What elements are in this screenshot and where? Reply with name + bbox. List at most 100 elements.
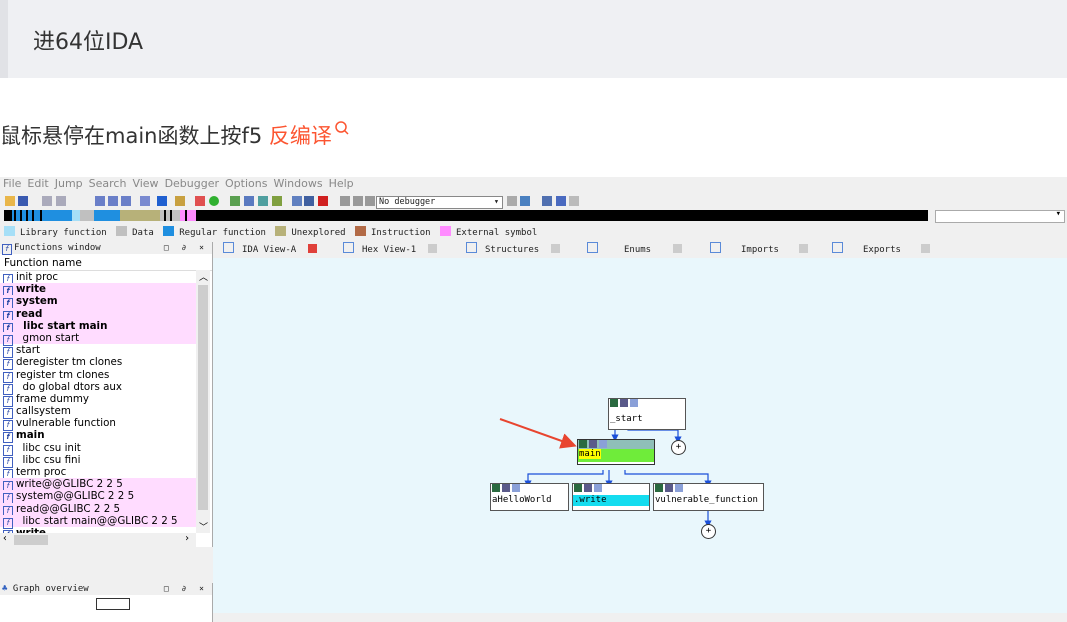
menu-view[interactable]: View [132, 177, 158, 190]
struct-icon[interactable] [230, 196, 240, 206]
function-row[interactable]: f system [0, 295, 196, 310]
tab-imports[interactable]: Imports [710, 242, 808, 258]
decompile-link[interactable]: 反编译 [269, 124, 332, 148]
scroll-down-icon[interactable]: ﹀ [199, 520, 208, 533]
segment-select[interactable]: ▾ [935, 209, 1065, 223]
menu-jump[interactable]: Jump [55, 177, 83, 190]
menu-edit[interactable]: Edit [27, 177, 48, 190]
node-main[interactable]: main [577, 439, 655, 465]
forward-icon[interactable] [56, 196, 66, 206]
tab-ida-view-a[interactable]: IDA View-A [223, 242, 318, 258]
pause-icon[interactable] [353, 196, 363, 206]
menu-help[interactable]: Help [329, 177, 354, 190]
legend-data: Data [132, 228, 154, 238]
function-row[interactable]: f read@@GLIBC 2 2 5 [0, 502, 196, 517]
window-controls[interactable]: □ ∂ × [164, 583, 208, 595]
overview-viewport[interactable] [96, 598, 130, 610]
segment-icon[interactable] [304, 196, 314, 206]
breakpoint-icon[interactable] [520, 196, 530, 206]
delete-icon[interactable] [318, 196, 328, 206]
function-row-label: gmon start [16, 331, 80, 344]
close-icon[interactable] [920, 244, 930, 253]
function-row[interactable]: f init proc [0, 271, 196, 285]
function-row[interactable]: f deregister tm clones [0, 356, 196, 371]
function-row[interactable]: f term proc [0, 466, 196, 480]
graph-icon[interactable] [195, 196, 205, 206]
trace-icon[interactable] [556, 196, 566, 206]
function-row[interactable]: f register tm clones [0, 369, 196, 383]
menu-debugger[interactable]: Debugger [165, 177, 219, 190]
graph-view[interactable]: _start + main aHelloWorld .write vulnera… [213, 258, 1067, 613]
node-plus-1[interactable]: + [671, 440, 686, 455]
back-icon[interactable] [42, 196, 52, 206]
node-start[interactable]: _start [608, 398, 686, 430]
function-row[interactable]: f libc start main [0, 319, 196, 334]
node-write[interactable]: .write [572, 483, 650, 511]
scroll-right-icon[interactable]: › [184, 533, 190, 544]
function-row[interactable]: f libc csu fini [0, 454, 196, 468]
play-icon[interactable] [340, 196, 350, 206]
function-name-header[interactable]: Function name [0, 254, 212, 271]
func-icon[interactable] [258, 196, 268, 206]
tab-structures[interactable]: Structures [466, 242, 561, 258]
close-icon[interactable] [673, 244, 683, 253]
scroll-up-icon[interactable]: ︿ [199, 270, 208, 283]
legend-library: Library function [20, 228, 107, 238]
node-plus-2[interactable]: + [701, 524, 716, 539]
function-row[interactable]: f start [0, 344, 196, 359]
function-row[interactable]: f read [0, 307, 196, 322]
close-icon[interactable] [428, 244, 438, 253]
step-icon[interactable] [569, 196, 579, 206]
navigation-band[interactable] [4, 210, 928, 221]
legend-unexplored: Unexplored [291, 228, 346, 238]
search-text-icon[interactable] [95, 196, 105, 206]
menu-search[interactable]: Search [89, 177, 127, 190]
legend-instruction: Instruction [370, 228, 431, 238]
tab-hex-view[interactable]: Hex View-1 [343, 242, 438, 258]
function-row[interactable]: f vulnerable function [0, 417, 196, 432]
scrollbar-thumb[interactable] [198, 285, 208, 510]
function-row[interactable]: f write@@GLIBC 2 2 5 [0, 478, 196, 493]
search-icon[interactable] [334, 120, 350, 138]
function-row[interactable]: f gmon start [0, 331, 196, 346]
close-icon[interactable] [798, 244, 808, 253]
function-row-label: write [16, 283, 47, 296]
scroll-left-icon[interactable]: ‹ [2, 533, 8, 544]
function-row[interactable]: f system@@GLIBC 2 2 5 [0, 490, 196, 505]
node-ahelloworld[interactable]: aHelloWorld [490, 483, 569, 511]
menu-windows[interactable]: Windows [273, 177, 322, 190]
menu-options[interactable]: Options [225, 177, 267, 190]
window-controls[interactable]: □ ∂ × [164, 242, 208, 254]
debugger-select[interactable]: No debugger ▾ [376, 196, 503, 209]
run-circle-icon[interactable] [209, 196, 219, 206]
enum-icon[interactable] [244, 196, 254, 206]
list-icon[interactable] [542, 196, 552, 206]
function-row[interactable]: f libc csu init [0, 442, 196, 456]
search-immediate-icon[interactable] [121, 196, 131, 206]
node-vulnerable-function[interactable]: vulnerable_function [653, 483, 764, 511]
tab-exports[interactable]: Exports [832, 242, 930, 258]
arrow-down-icon[interactable] [157, 196, 167, 206]
close-icon[interactable] [308, 244, 318, 253]
function-row[interactable]: f do global dtors aux [0, 381, 196, 395]
xref-icon[interactable] [140, 196, 150, 206]
search-binary-icon[interactable] [108, 196, 118, 206]
save-icon[interactable] [18, 196, 28, 206]
menu-file[interactable]: File [3, 177, 21, 190]
function-row[interactable]: fwrite [0, 283, 196, 298]
function-row[interactable]: f main [0, 429, 196, 444]
horizontal-scrollbar[interactable]: ‹ › [0, 533, 196, 547]
code-icon[interactable] [175, 196, 185, 206]
patch-icon[interactable] [292, 196, 302, 206]
stop-icon[interactable] [365, 196, 375, 206]
function-row[interactable]: f callsystem [0, 405, 196, 420]
scrollbar-thumb[interactable] [14, 535, 48, 545]
function-row[interactable]: f libc start main@@GLIBC 2 2 5 [0, 514, 196, 529]
vertical-scrollbar[interactable]: ︿ ﹀ [196, 270, 210, 533]
open-icon[interactable] [5, 196, 15, 206]
attach-icon[interactable] [507, 196, 517, 206]
add-icon[interactable] [272, 196, 282, 206]
tab-enums[interactable]: Enums [587, 242, 683, 258]
function-row[interactable]: f frame dummy [0, 393, 196, 407]
close-icon[interactable] [551, 244, 561, 253]
